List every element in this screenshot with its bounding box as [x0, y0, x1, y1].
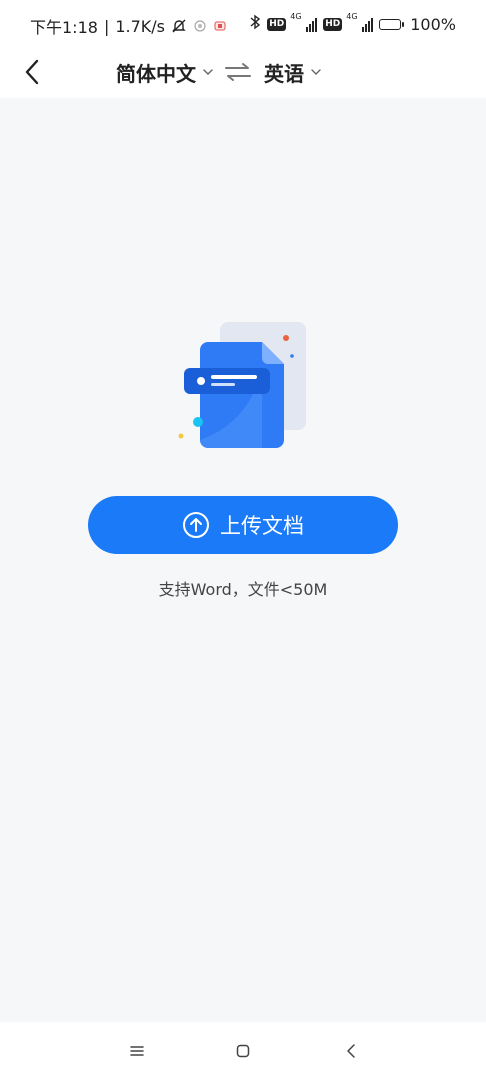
- back-button[interactable]: [14, 54, 50, 90]
- status-left: 下午1:18 | 1.7K/s: [30, 14, 227, 38]
- system-nav-bar: [0, 1022, 486, 1080]
- hd-badge-2: HD: [323, 17, 343, 31]
- chevron-down-icon: [203, 69, 213, 75]
- swap-languages-button[interactable]: [224, 62, 252, 82]
- network-type-2: 4G: [346, 12, 358, 21]
- app-notification-icon: [193, 19, 207, 33]
- network-type-1: 4G: [290, 12, 302, 21]
- nav-back-button[interactable]: [336, 1036, 366, 1066]
- upload-document-button[interactable]: 上传文档: [88, 496, 398, 554]
- swap-arrows-icon: [225, 63, 251, 81]
- status-separator: |: [103, 16, 110, 36]
- source-language-label: 简体中文: [116, 61, 196, 86]
- battery-icon: [379, 18, 405, 30]
- bluetooth-icon: [249, 14, 261, 34]
- upload-button-label: 上传文档: [220, 514, 304, 538]
- back-chevron-icon: [347, 1044, 355, 1058]
- header: 简体中文 英语: [0, 52, 486, 98]
- signal-icon-2: 4G: [346, 12, 374, 32]
- home-square-icon: [236, 1044, 250, 1058]
- status-right: HD 4G HD 4G 100%: [249, 12, 456, 34]
- source-language-dropdown[interactable]: 简体中文: [116, 58, 214, 87]
- target-language-label: 英语: [264, 61, 304, 86]
- chevron-left-icon: [25, 59, 39, 85]
- target-language-dropdown[interactable]: 英语: [264, 58, 322, 87]
- chevron-down-icon: [311, 69, 321, 75]
- status-time: 下午1:18: [30, 18, 98, 37]
- app-notification-icon-2: [213, 19, 227, 33]
- mute-bell-icon: [171, 18, 187, 34]
- battery-percent: 100%: [410, 14, 456, 34]
- signal-icon-1: 4G: [290, 12, 318, 32]
- menu-icon: [130, 1046, 144, 1056]
- nav-home-button[interactable]: [228, 1036, 258, 1066]
- nav-menu-button[interactable]: [122, 1036, 152, 1066]
- status-bar: 下午1:18 | 1.7K/s HD 4G HD 4G 100%: [0, 0, 486, 52]
- main-content: 上传文档 支持Word，文件<50M: [0, 98, 486, 1022]
- status-speed: 1.7K/s: [115, 16, 165, 36]
- language-selector: 简体中文 英语: [116, 56, 322, 88]
- document-illustration-icon: [176, 318, 316, 458]
- upload-hint-text: 支持Word，文件<50M: [158, 580, 328, 599]
- hd-badge-1: HD: [267, 17, 287, 31]
- upload-arrow-icon: [182, 511, 210, 539]
